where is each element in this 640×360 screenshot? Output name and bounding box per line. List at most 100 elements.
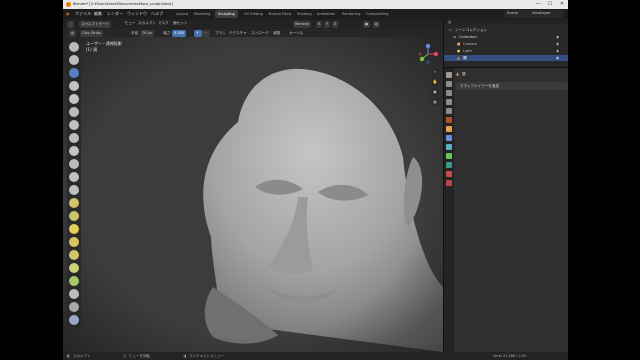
properties-tabs bbox=[444, 68, 454, 353]
menu-view[interactable]: ビュー bbox=[125, 21, 136, 26]
physics-tab-icon[interactable] bbox=[446, 153, 452, 159]
tool-grab-icon[interactable] bbox=[69, 237, 79, 247]
tool-clay-thumb-icon[interactable] bbox=[69, 94, 79, 104]
cursor-options-menu[interactable]: カーソル bbox=[289, 31, 303, 36]
symmetry-z-toggle[interactable]: Z bbox=[332, 20, 339, 28]
navigation-gizmo[interactable] bbox=[417, 43, 439, 65]
editor-type-button[interactable]: ⬚ bbox=[67, 20, 75, 28]
visibility-eye-icon[interactable]: ◉ bbox=[556, 41, 559, 47]
workspace-tab-layout[interactable]: Layout bbox=[173, 10, 191, 18]
tool-layer-icon[interactable] bbox=[69, 107, 79, 117]
symmetry-x-toggle[interactable]: X bbox=[316, 20, 323, 28]
tool-snake-hook-icon[interactable] bbox=[69, 263, 79, 273]
tool-pinch-icon[interactable] bbox=[69, 224, 79, 234]
texture-tab-icon[interactable] bbox=[446, 180, 452, 186]
workspace-tab-uv-editing[interactable]: UV Editing bbox=[241, 10, 266, 18]
tool-fill-icon[interactable] bbox=[69, 185, 79, 195]
tool-blob-icon[interactable] bbox=[69, 133, 79, 143]
brush-options-menu[interactable]: ブラシ bbox=[215, 31, 226, 36]
brush-icon[interactable]: ◍ bbox=[69, 29, 77, 37]
tool-inflate-icon[interactable] bbox=[69, 120, 79, 130]
modifier-tab-icon[interactable] bbox=[446, 135, 452, 141]
menu-file[interactable]: ファイル bbox=[75, 11, 91, 17]
render-tab-icon[interactable] bbox=[446, 81, 452, 87]
mode-select[interactable]: スカルプトモード bbox=[79, 20, 111, 28]
workspace-tab-shading[interactable]: Shading bbox=[294, 10, 315, 18]
particles-tab-icon[interactable] bbox=[446, 144, 452, 150]
radius-field[interactable]: 76 px bbox=[140, 29, 154, 37]
strength-label: 強さ bbox=[163, 30, 171, 35]
remesh-button[interactable]: Remesh bbox=[293, 20, 312, 28]
maximize-button[interactable]: ☐ bbox=[544, 0, 556, 9]
texture-options-menu[interactable]: テクスチャ bbox=[229, 31, 247, 36]
menu-window[interactable]: ウィンドウ bbox=[127, 11, 147, 17]
direction-subtract-button[interactable]: － bbox=[202, 29, 210, 37]
world-tab-icon[interactable] bbox=[446, 117, 452, 123]
outliner-filter-icon[interactable]: ▤ bbox=[448, 19, 451, 25]
add-modifier-button[interactable]: モディファイアーを追加 bbox=[456, 82, 568, 90]
minimize-button[interactable]: — bbox=[532, 0, 544, 9]
constraints-tab-icon[interactable] bbox=[446, 162, 452, 168]
material-tab-icon[interactable] bbox=[446, 171, 452, 177]
3d-viewport[interactable]: ユーザー・透視投影 (1) 頭 ⌕ ✋ ▣ ▦ bbox=[63, 37, 443, 352]
tool-settings-bar: ◍ Clay Strips 半径 76 px 強さ 0.500 ＋ － ブラシ … bbox=[63, 29, 443, 37]
scene-tab-icon[interactable] bbox=[446, 108, 452, 114]
workspace-tab-modeling[interactable]: Modeling bbox=[191, 10, 213, 18]
brush-select[interactable]: Clay Strips bbox=[80, 29, 103, 37]
tool-mask-icon[interactable] bbox=[69, 315, 79, 325]
stroke-options-menu[interactable]: ストローク bbox=[251, 31, 269, 36]
menu-help[interactable]: ヘルプ bbox=[151, 11, 163, 17]
pan-hand-icon[interactable]: ✋ bbox=[431, 78, 439, 86]
object-tab-icon[interactable] bbox=[446, 126, 452, 132]
tool-tab-icon[interactable] bbox=[446, 72, 452, 78]
outliner-row-head[interactable]: ▲ 頭 ◉ bbox=[444, 55, 568, 61]
zoom-icon[interactable]: ⌕ bbox=[431, 68, 439, 76]
visibility-eye-icon[interactable]: ◉ bbox=[556, 48, 559, 54]
visibility-eye-icon[interactable]: ◉ bbox=[556, 55, 559, 61]
tool-crease-icon[interactable] bbox=[69, 146, 79, 156]
menu-edit[interactable]: 編集 bbox=[94, 11, 102, 17]
workspace-tab-rendering[interactable]: Rendering bbox=[339, 10, 363, 18]
tool-smooth-icon[interactable] bbox=[69, 159, 79, 169]
tool-draw-icon[interactable] bbox=[69, 42, 79, 52]
output-tab-icon[interactable] bbox=[446, 90, 452, 96]
strength-field[interactable]: 0.500 bbox=[172, 29, 187, 37]
symmetry-y-toggle[interactable]: Y bbox=[324, 20, 331, 28]
outliner-row-camera[interactable]: ■ Camera ◉ bbox=[444, 41, 568, 47]
workspace-tab-texture-paint[interactable]: Texture Paint bbox=[265, 10, 294, 18]
shading-solid-button[interactable]: ● bbox=[363, 20, 371, 28]
falloff-options-menu[interactable]: 減衰 bbox=[273, 31, 280, 36]
perspective-toggle-icon[interactable]: ▦ bbox=[431, 98, 439, 106]
tool-clay-strips-icon[interactable] bbox=[69, 81, 79, 91]
outliner-row-collection[interactable]: ▭ Collection ◉ bbox=[444, 34, 568, 40]
blender-menu-icon[interactable]: ◉ bbox=[66, 11, 70, 16]
tool-nudge-icon[interactable] bbox=[69, 302, 79, 312]
outliner-row-light[interactable]: ● Light ◉ bbox=[444, 48, 568, 54]
overlay-button[interactable]: ◐ bbox=[373, 20, 381, 28]
view-layer-name: ViewLayer bbox=[532, 11, 551, 15]
menu-render[interactable]: レンダー bbox=[107, 11, 123, 17]
camera-view-icon[interactable]: ▣ bbox=[431, 88, 439, 96]
outliner-scene-collection[interactable]: ▭ シーンコレクション bbox=[444, 27, 568, 33]
workspace-tab-animation[interactable]: Animation bbox=[314, 10, 338, 18]
scene-selector[interactable]: Scene ViewLayer bbox=[504, 10, 564, 18]
menu-mask[interactable]: マスク bbox=[158, 21, 169, 26]
tool-scrape-icon[interactable] bbox=[69, 198, 79, 208]
view-layer-tab-icon[interactable] bbox=[446, 99, 452, 105]
visibility-eye-icon[interactable]: ◉ bbox=[556, 34, 559, 40]
close-button[interactable]: ✕ bbox=[556, 0, 568, 9]
tool-multiplane-scrape-icon[interactable] bbox=[69, 211, 79, 221]
tool-thumb-icon[interactable] bbox=[69, 276, 79, 286]
menu-face-sets[interactable]: 面セット bbox=[173, 21, 187, 26]
tool-elastic-deform-icon[interactable] bbox=[69, 250, 79, 260]
tool-draw-sharp-icon[interactable] bbox=[69, 55, 79, 65]
menu-sculpt[interactable]: スカルプト bbox=[138, 21, 156, 26]
workspace-tab-sculpting[interactable]: Sculpting bbox=[215, 10, 238, 18]
direction-add-button[interactable]: ＋ bbox=[194, 29, 202, 37]
tool-pose-icon[interactable] bbox=[69, 289, 79, 299]
camera-icon: ■ bbox=[457, 42, 461, 46]
workspace-tab-compositing[interactable]: Compositing bbox=[363, 10, 392, 18]
tool-flatten-icon[interactable] bbox=[69, 172, 79, 182]
viewport-header: ⬚ スカルプトモード ビュー スカルプト マスク 面セット Remesh X Y… bbox=[63, 19, 443, 29]
tool-clay-icon[interactable] bbox=[69, 68, 79, 78]
